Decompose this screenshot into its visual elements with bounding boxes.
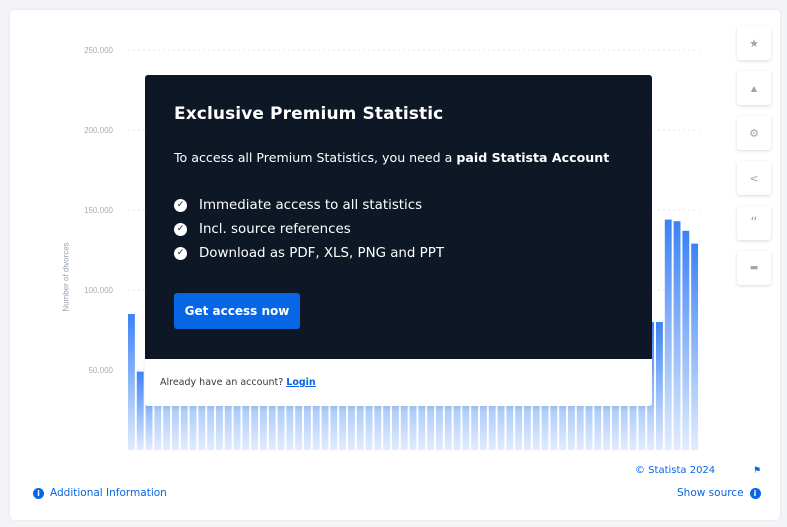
benefit-label: Download as PDF, XLS, PNG and PPT [199, 245, 445, 261]
benefit-item: ✓ Download as PDF, XLS, PNG and PPT [174, 237, 444, 269]
y-tick-label: 100,000 [84, 286, 113, 295]
paywall-intro: To access all Premium Statistics, you ne… [174, 150, 609, 165]
benefit-label: Immediate access to all statistics [199, 197, 423, 213]
settings-button[interactable]: ⚙ [737, 116, 771, 150]
show-source-link[interactable]: Show source i [677, 487, 761, 499]
favorite-button[interactable]: ★ [737, 26, 771, 60]
bar [128, 314, 135, 450]
y-tick-label: 150,000 [84, 206, 113, 215]
login-link[interactable]: Login [286, 377, 315, 388]
get-access-button[interactable]: Get access now [174, 293, 300, 329]
print-icon: ▬ [749, 263, 759, 273]
login-prompt: Already have an account? Login [160, 377, 316, 388]
notification-button[interactable]: ▲ [737, 71, 771, 105]
gear-icon: ⚙ [749, 126, 759, 140]
print-button[interactable]: ▬ [737, 251, 771, 285]
cite-button[interactable]: “ [737, 206, 771, 240]
info-icon: i [33, 487, 44, 499]
check-icon: ✓ [174, 222, 187, 236]
bar [664, 219, 672, 450]
bar [691, 243, 699, 450]
paywall-intro-text: To access all Premium Statistics, you ne… [174, 150, 457, 165]
y-tick-label: 50,000 [89, 366, 114, 375]
bar [673, 221, 681, 450]
star-icon: ★ [749, 36, 759, 50]
y-tick-label: 250,000 [84, 46, 113, 55]
check-icon: ✓ [174, 198, 187, 212]
share-button[interactable]: < [737, 161, 771, 195]
y-tick-label: 200,000 [84, 126, 113, 135]
share-icon: < [749, 171, 759, 185]
paywall-title: Exclusive Premium Statistic [174, 104, 444, 124]
paywall-intro-bold: paid Statista Account [456, 150, 610, 165]
bell-icon: ▲ [750, 83, 758, 93]
additional-information-link[interactable]: i Additional Information [33, 487, 167, 499]
show-source-label: Show source [677, 487, 744, 499]
login-bar: Already have an account? Login [145, 359, 652, 406]
bar [682, 230, 690, 450]
benefit-label: Incl. source references [199, 221, 351, 237]
flag-icon[interactable]: ⚑ [753, 466, 761, 476]
info-icon: i [749, 487, 761, 499]
premium-paywall: Exclusive Premium Statistic To access al… [145, 75, 652, 359]
bar [656, 322, 663, 450]
copyright-link[interactable]: © Statista 2024 [635, 465, 715, 476]
login-prompt-text: Already have an account? [160, 377, 287, 388]
additional-information-label: Additional Information [50, 487, 167, 499]
benefit-list: ✓ Immediate access to all statistics ✓ Inc… [174, 189, 444, 269]
check-icon: ✓ [174, 246, 187, 260]
y-axis-label: Number of divorces [61, 242, 71, 312]
bar [136, 371, 144, 450]
quote-icon: “ [750, 215, 758, 231]
